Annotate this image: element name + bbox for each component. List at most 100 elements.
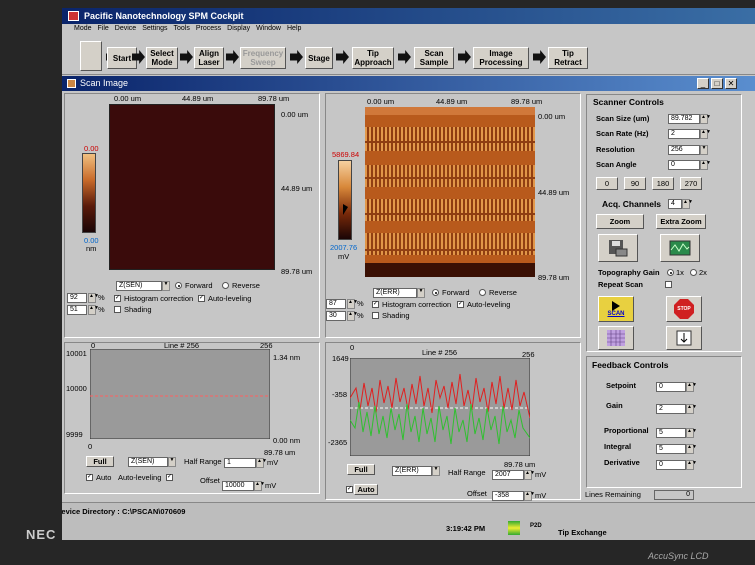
left-offset-spin[interactable]: ▲▼ — [254, 481, 265, 491]
right-full-button[interactable]: Full — [347, 464, 375, 475]
angle-270-button[interactable]: 270 — [680, 177, 702, 190]
tip-retract-button[interactable]: Tip Retract — [548, 47, 588, 69]
grid-icon[interactable] — [598, 326, 634, 350]
left-offset-input[interactable]: 10000 — [222, 481, 254, 491]
tool-icon[interactable] — [80, 41, 102, 71]
right-auto-checkbox[interactable]: ✓ — [346, 486, 353, 493]
left-histogram-checkbox[interactable]: ✓ — [114, 295, 121, 302]
left-spin2-arrows[interactable]: ▲▼ — [88, 305, 99, 315]
right-forward-radio[interactable] — [432, 289, 439, 296]
image-processing-button[interactable]: Image Processing — [473, 47, 529, 69]
tip-approach-button[interactable]: Tip Approach — [352, 47, 394, 69]
right-image-canvas[interactable] — [365, 107, 535, 277]
derivative-input[interactable]: 0 — [656, 460, 686, 470]
gain-input[interactable]: 2 — [656, 404, 686, 414]
right-channel-dropdown[interactable]: ▼ — [417, 288, 425, 298]
left-shading-checkbox[interactable] — [114, 306, 121, 313]
menu-item-window[interactable]: Window — [256, 25, 281, 32]
acq-channels-spin[interactable]: ▲▼ — [682, 199, 693, 209]
left-line-plot[interactable] — [90, 349, 270, 439]
integral-input[interactable]: 5 — [656, 444, 686, 454]
maximize-button[interactable]: □ — [711, 78, 723, 89]
angle-0-button[interactable]: 0 — [596, 177, 618, 190]
right-reverse-radio[interactable] — [479, 289, 486, 296]
left-spin2[interactable]: 51 — [67, 305, 87, 315]
right-histogram-checkbox[interactable]: ✓ — [372, 301, 379, 308]
right-line-plot[interactable] — [350, 358, 530, 456]
menu-item-settings[interactable]: Settings — [142, 25, 167, 32]
retract-icon[interactable] — [666, 326, 702, 350]
right-offset-spin[interactable]: ▲▼ — [524, 491, 535, 501]
left-channel-select[interactable]: Z(SEN) — [116, 281, 162, 291]
scan-angle-input[interactable]: 0 — [668, 160, 700, 170]
left-full-button[interactable]: Full — [86, 456, 114, 467]
menu-item-file[interactable]: File — [98, 25, 109, 32]
scan-sample-button[interactable]: Scan Sample — [414, 47, 454, 69]
right-line-channel-dropdown[interactable]: ▼ — [432, 466, 440, 476]
right-autolevel-checkbox[interactable]: ✓ — [457, 301, 464, 308]
scan-size-input[interactable]: 89.782 — [668, 114, 700, 124]
menu-item-mode[interactable]: Mode — [74, 25, 92, 32]
right-line-channel[interactable]: Z(ERR) — [392, 466, 432, 476]
menu-item-tools[interactable]: Tools — [174, 25, 190, 32]
repeat-scan-checkbox[interactable] — [665, 281, 672, 288]
left-reverse-radio[interactable] — [222, 282, 229, 289]
zoom-button[interactable]: Zoom — [596, 214, 644, 229]
left-line-channel-dropdown[interactable]: ▼ — [168, 457, 176, 467]
integral-spin[interactable]: ▲▼ — [686, 444, 697, 454]
resolution-select[interactable]: 256 — [668, 145, 700, 155]
scan-button[interactable]: SCAN — [598, 296, 634, 322]
left-spin1-arrows[interactable]: ▲▼ — [88, 293, 99, 303]
right-spin1[interactable]: 87 — [326, 299, 346, 309]
select-mode-button[interactable]: Select Mode — [146, 47, 178, 69]
proportional-spin[interactable]: ▲▼ — [686, 428, 697, 438]
right-channel-select[interactable]: Z(ERR) — [373, 288, 417, 298]
setpoint-spin[interactable]: ▲▼ — [686, 382, 697, 392]
left-autolevel-checkbox[interactable]: ✓ — [198, 295, 205, 302]
right-spin2-arrows[interactable]: ▲▼ — [347, 311, 358, 321]
stop-button[interactable]: STOP — [666, 296, 702, 322]
acq-channels-input[interactable]: 4 — [668, 199, 682, 209]
derivative-spin[interactable]: ▲▼ — [686, 460, 697, 470]
scan-size-spin[interactable]: ▲▼ — [700, 114, 711, 124]
right-spin2[interactable]: 30 — [326, 311, 346, 321]
left-line-autolevel-checkbox[interactable]: ✓ — [166, 474, 173, 481]
left-line-channel[interactable]: Z(SEN) — [128, 457, 168, 467]
menu-item-device[interactable]: Device — [115, 25, 136, 32]
extra-zoom-button[interactable]: Extra Zoom — [656, 214, 706, 229]
right-half-range-input[interactable]: 2007 — [492, 470, 524, 480]
close-button[interactable]: ✕ — [725, 78, 737, 89]
left-image-canvas[interactable] — [109, 104, 275, 270]
left-half-range-input[interactable]: 1 — [224, 458, 256, 468]
stage-button[interactable]: Stage — [305, 47, 333, 69]
left-channel-dropdown[interactable]: ▼ — [162, 281, 170, 291]
scan-rate-input[interactable]: 2 — [668, 129, 700, 139]
minimize-button[interactable]: _ — [697, 78, 709, 89]
left-half-range-spin[interactable]: ▲▼ — [256, 458, 267, 468]
scan-angle-spin[interactable]: ▲▼ — [700, 160, 711, 170]
menu-item-process[interactable]: Process — [196, 25, 221, 32]
right-auto-button[interactable]: Auto — [354, 484, 378, 495]
left-spin1[interactable]: 92 — [67, 293, 87, 303]
gain-spin[interactable]: ▲▼ — [686, 404, 697, 414]
angle-90-button[interactable]: 90 — [624, 177, 646, 190]
save-disk-icon[interactable] — [598, 234, 638, 262]
right-offset-input[interactable]: -358 — [492, 491, 524, 501]
right-shading-checkbox[interactable] — [372, 312, 379, 319]
left-forward-radio[interactable] — [175, 282, 182, 289]
oscilloscope-icon[interactable] — [660, 234, 700, 262]
scan-rate-spin[interactable]: ▲▼ — [700, 129, 711, 139]
left-auto-checkbox[interactable]: ✓ — [86, 474, 93, 481]
setpoint-input[interactable]: 0 — [656, 382, 686, 392]
menu-item-help[interactable]: Help — [287, 25, 301, 32]
frequency-sweep-button[interactable]: Frequency Sweep — [240, 47, 286, 69]
menu-item-display[interactable]: Display — [227, 25, 250, 32]
proportional-input[interactable]: 5 — [656, 428, 686, 438]
align-laser-button[interactable]: Align Laser — [194, 47, 224, 69]
angle-180-button[interactable]: 180 — [652, 177, 674, 190]
gain-2x-radio[interactable] — [690, 269, 697, 276]
right-half-range-spin[interactable]: ▲▼ — [524, 470, 535, 480]
right-spin1-arrows[interactable]: ▲▼ — [347, 299, 358, 309]
gain-1x-radio[interactable] — [667, 269, 674, 276]
resolution-dropdown[interactable]: ▼ — [700, 145, 708, 155]
